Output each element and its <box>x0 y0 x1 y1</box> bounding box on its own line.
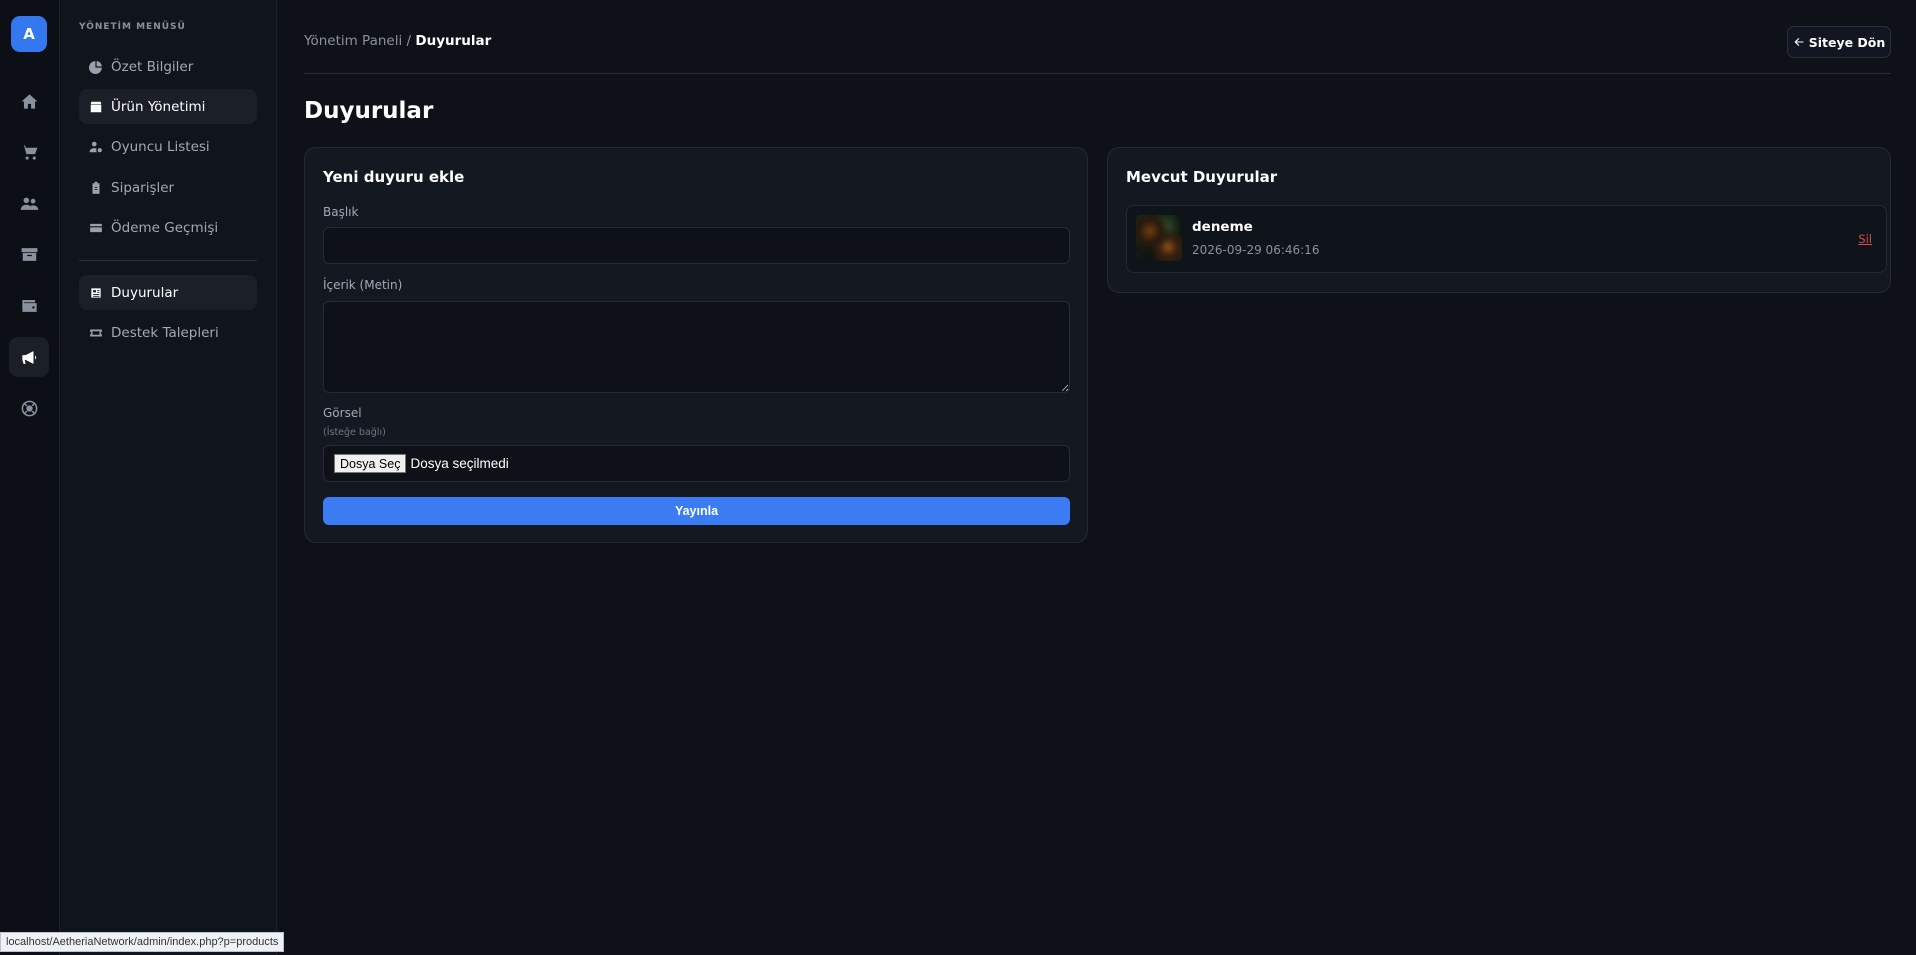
delete-announcement-link[interactable]: Sil <box>1858 232 1872 246</box>
sidebar-item-label: Ödeme Geçmişi <box>111 219 219 236</box>
announcement-thumbnail <box>1136 215 1182 261</box>
new-announcement-title: Yeni duyuru ekle <box>323 168 465 186</box>
lifebuoy-icon[interactable] <box>9 388 49 428</box>
content-field-label: İçerik (Metin) <box>323 278 403 292</box>
sidebar-item-announcements[interactable]: Duyurular <box>79 275 257 310</box>
status-bar-url: localhost/AetheriaNetwork/admin/index.ph… <box>0 932 285 952</box>
sidebar-item-products[interactable]: Ürün Yönetimi <box>79 89 257 124</box>
sidebar-item-label: Destek Talepleri <box>111 324 219 341</box>
existing-announcements-title: Mevcut Duyurular <box>1126 168 1278 186</box>
content-textarea[interactable] <box>323 301 1070 393</box>
home-icon[interactable] <box>9 81 49 121</box>
file-status-text: Dosya seçilmedi <box>410 456 509 471</box>
sidebar: YÖNETİM MENÜSÜ Özet Bilgiler Ürün Yöneti… <box>60 0 277 955</box>
sidebar-divider <box>79 260 257 261</box>
image-file-input[interactable]: Dosya Seç Dosya seçilmedi <box>323 445 1070 482</box>
sidebar-item-label: Duyurular <box>111 284 179 301</box>
newspaper-icon <box>91 287 101 298</box>
back-to-site-label: Siteye Dön <box>1808 34 1886 50</box>
sidebar-item-payments[interactable]: Ödeme Geçmişi <box>79 210 257 245</box>
icon-rail: A <box>0 0 60 955</box>
main-content: Yönetim Paneli / Duyurular Siteye Dön Du… <box>277 0 1916 955</box>
announcement-title: deneme <box>1192 219 1253 235</box>
sidebar-item-label: Oyuncu Listesi <box>111 138 210 155</box>
image-field-label: Görsel <box>323 406 362 420</box>
app-logo[interactable]: A <box>11 16 47 52</box>
sidebar-menu-title: YÖNETİM MENÜSÜ <box>79 22 186 32</box>
sidebar-item-orders[interactable]: Siparişler <box>79 170 257 205</box>
cart-icon[interactable] <box>9 132 49 172</box>
title-field-label: Başlık <box>323 205 359 219</box>
pie-chart-icon <box>89 60 102 74</box>
user-gear-icon <box>89 141 102 152</box>
publish-button[interactable]: Yayınla <box>323 497 1070 525</box>
title-input[interactable] <box>323 227 1070 264</box>
sidebar-item-overview[interactable]: Özet Bilgiler <box>79 49 257 84</box>
megaphone-icon[interactable] <box>9 337 49 377</box>
clipboard-icon <box>92 181 100 194</box>
page-title: Duyurular <box>304 98 434 124</box>
breadcrumb-separator: / <box>402 33 416 49</box>
announcement-item: deneme 2026-09-29 06:46:16 Sil <box>1126 205 1887 273</box>
choose-file-button[interactable]: Dosya Seç <box>334 454 407 473</box>
header-divider <box>304 73 1891 74</box>
ticket-icon <box>90 329 102 336</box>
credit-card-icon <box>90 223 102 232</box>
sidebar-item-players[interactable]: Oyuncu Listesi <box>79 129 257 164</box>
breadcrumb: Yönetim Paneli / Duyurular <box>304 33 491 49</box>
breadcrumb-root[interactable]: Yönetim Paneli <box>304 33 402 49</box>
breadcrumb-current: Duyurular <box>415 33 492 49</box>
users-icon[interactable] <box>9 183 49 223</box>
announcement-date: 2026-09-29 06:46:16 <box>1192 243 1320 257</box>
existing-announcements-card: Mevcut Duyurular deneme 2026-09-29 06:46… <box>1107 147 1891 293</box>
sidebar-item-support[interactable]: Destek Talepleri <box>79 315 257 350</box>
new-announcement-card: Yeni duyuru ekle Başlık İçerik (Metin) G… <box>304 147 1088 543</box>
sidebar-item-label: Özet Bilgiler <box>111 58 194 75</box>
image-field-hint: (İsteğe bağlı) <box>323 427 386 438</box>
sidebar-item-label: Ürün Yönetimi <box>111 98 206 115</box>
sidebar-item-label: Siparişler <box>111 179 175 196</box>
box-icon <box>90 101 102 112</box>
arrow-left-icon <box>1794 38 1804 46</box>
archive-icon[interactable] <box>9 234 49 274</box>
back-to-site-button[interactable]: Siteye Dön <box>1787 26 1891 58</box>
wallet-icon[interactable] <box>9 285 49 325</box>
